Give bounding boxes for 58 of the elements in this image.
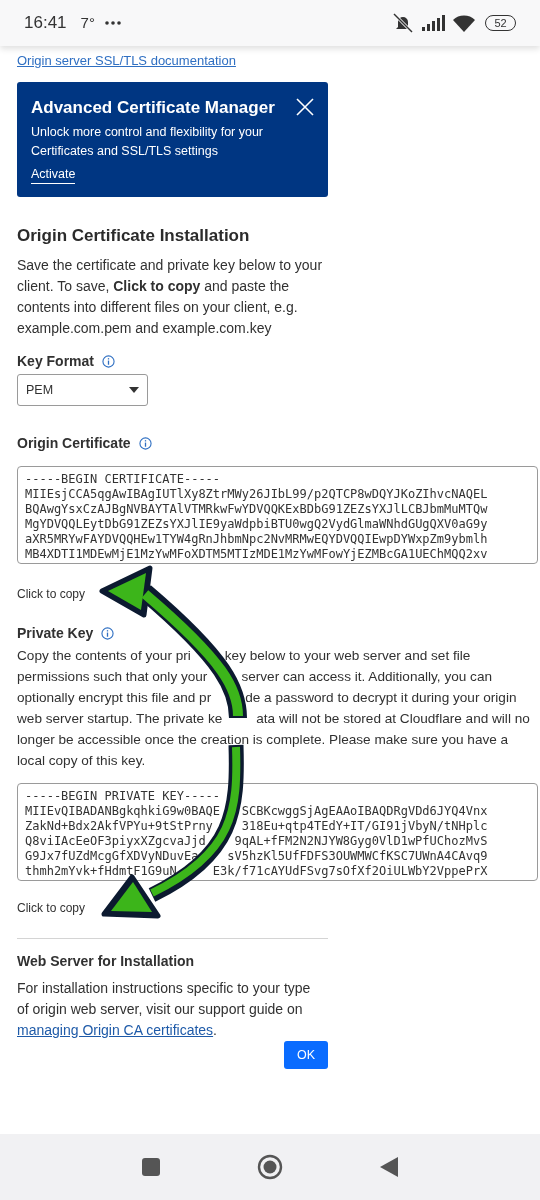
info-icon[interactable]	[102, 355, 116, 368]
code-line: -----BEGIN CERTIFICATE-----	[25, 472, 221, 487]
muted-bell-icon	[392, 13, 414, 33]
code-line: Q8viIAcEeOF3piyxXZgcvaJjd	[25, 834, 206, 849]
text-line: ata will not be stored at Cloudflare and will no	[256, 710, 530, 728]
code-line: MgYDVQQLEytDbG91ZEZsYXJlIE9yaWdpbiBTU0wgQ2VydGlmaWNhdGUgQXV0aG9y	[25, 517, 488, 532]
info-icon[interactable]	[101, 627, 115, 640]
signal-icon	[422, 15, 446, 31]
code-line: MIIEvQIBADANBgkqhkiG9w0BAQE	[25, 804, 221, 819]
text-line: de a password to decrypt it during your origin	[245, 689, 517, 707]
code-line: -----BEGIN PRIVATE KEY-----	[25, 789, 221, 804]
key-format-select[interactable]: PEM	[17, 374, 148, 406]
code-line: G9Jx7fUZdMcgGfXDVyNDuvEa	[25, 849, 199, 864]
info-icon[interactable]	[138, 437, 152, 450]
private-key-field[interactable]	[17, 783, 538, 881]
text-line: local copy of this key.	[17, 752, 146, 770]
code-line: ZakNd+Bdx2AkfVPYu+9tStPrny	[25, 819, 213, 834]
home-icon[interactable]	[257, 1154, 283, 1180]
code-line: sV5hzKl5UfFDFS3OUWMWCfKSC7UWnA4CAvq9	[227, 849, 488, 864]
activate-link[interactable]: Activate	[31, 166, 76, 184]
copy-link[interactable]: Click to copy	[17, 901, 86, 915]
temperature: 7°	[80, 12, 95, 33]
installation-text: Save the certificate and private key below to your client. To save, Click to copy and paste the contents into different files on your client, e.g. example.com.pem and example.com.key	[17, 256, 324, 338]
text-line: longer be accessible once the creation is complete. Please make sure you have a	[17, 731, 509, 749]
section-title: Web Server for Installation	[17, 952, 196, 970]
code-line: SCBKcwggSjAgEAAoIBAQDRgVDd6JYQ4Vnx	[241, 804, 488, 819]
close-icon[interactable]	[296, 98, 314, 116]
code-line: E3k/f71cAYUdFSvg7sOfXf2OiULWbY2VppePrX	[212, 864, 488, 879]
code-line: BQAwgYsxCzAJBgNVBAYTAlVTMRkwFwYDVQQKExBDbG91ZEZsYXJlLCBJbmMuMTQw	[25, 502, 488, 517]
banner-title: Advanced Certificate Manager	[31, 97, 275, 119]
code-line: 318Eu+qtp4TEdY+IT/GI91jVbyN/tNHplc	[241, 819, 488, 834]
text-line: permissions such that only your	[17, 668, 208, 686]
square-icon[interactable]	[141, 1157, 161, 1177]
text-line: key below to your web server and set file	[224, 647, 471, 665]
field-label: Private Key	[17, 624, 94, 643]
banner-text: Unlock more control and flexibility for your Certificates and SSL/TLS settings	[31, 124, 265, 160]
section-title: Origin Certificate Installation	[17, 225, 251, 247]
field-label: Key Format	[17, 352, 95, 371]
wifi-icon	[453, 14, 475, 32]
copy-link[interactable]: Click to copy	[17, 587, 86, 601]
more-icon	[104, 21, 121, 25]
documentation-link[interactable]: Origin server SSL/TLS documentation	[17, 53, 236, 68]
web-server-text: For installation instructions specific to your type of origin web server, visit our support guide on managing Origin CA certificates.	[17, 979, 312, 1040]
text-line: web server startup. The private ke	[17, 710, 223, 728]
code-line: aXR5MRYwFAYDVQQHEw1TYW4gRnJhbmNpc2NvMRMwEQYDVQQIEwpDYWxpZm9ybmlh	[25, 532, 488, 547]
back-icon[interactable]	[379, 1156, 399, 1178]
text-line: optionally encrypt this file and pr	[17, 689, 212, 707]
field-label: Origin Certificate	[17, 434, 131, 453]
caret-icon	[129, 387, 139, 393]
code-line: 9qAL+fFM2N2NJYW8Gyg0VlD1wPfUChozMvS	[234, 834, 488, 849]
code-line: MIIEsjCCA5qgAwIBAgIUTlXy8ZtrMWy26JIbL99/p2QTCP8wDQYJKoZIhvcNAQEL	[25, 487, 488, 502]
code-line: thmh2mYvk+fHdmtF1G9uN	[25, 864, 177, 879]
ok-button[interactable]: OK	[284, 1041, 328, 1069]
text-line: Copy the contents of your pri	[17, 647, 191, 665]
certificate-field[interactable]	[17, 466, 538, 564]
code-line: MB4XDTI1MDEwMjE1MzYwMFoXDTM5MTIzMDE1MzYwMFowYjEZMBcGA1UEChMQQ2xv	[25, 547, 488, 562]
clock: 16:41	[24, 12, 67, 35]
text-line: server can access it. Additionally, you can	[241, 668, 492, 686]
